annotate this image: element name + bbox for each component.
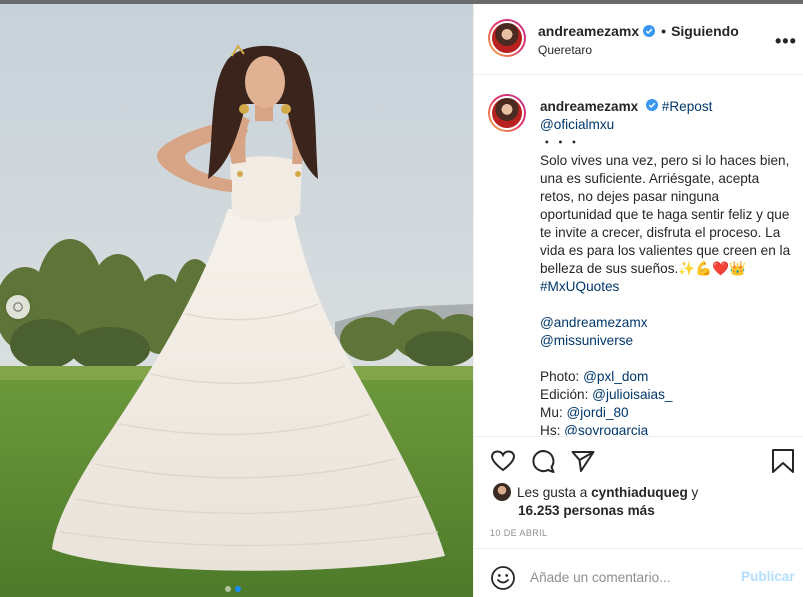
post-photo[interactable]	[0, 4, 473, 597]
caption-username[interactable]: andreamezamx	[540, 99, 638, 114]
author-username[interactable]: andreamezamx	[538, 23, 639, 39]
post-location[interactable]: Queretaro	[538, 43, 592, 57]
divider	[474, 436, 803, 437]
caption-emojis: ✨💪❤️👑	[678, 261, 747, 276]
credit-edit-link[interactable]: @julioisaias_	[592, 387, 672, 402]
caption-text: andreamezamx #Repost @oficialmxu ・・・ Sol…	[540, 98, 792, 435]
publish-button[interactable]: Publicar	[741, 569, 795, 584]
heart-icon	[490, 450, 516, 472]
credit-mu-label: Mu:	[540, 405, 563, 420]
credit-photo-link[interactable]: @pxl_dom	[583, 369, 648, 384]
credit-mu-link[interactable]: @jordi_80	[566, 405, 628, 420]
verified-badge-icon	[646, 99, 659, 111]
likes-count[interactable]: 16.253 personas más	[518, 503, 655, 518]
follow-separator: •	[661, 23, 667, 39]
caption-area: andreamezamx #Repost @oficialmxu ・・・ Sol…	[474, 76, 803, 435]
caption-dots: ・・・	[540, 135, 581, 150]
credit-edit-label: Edición:	[540, 387, 589, 402]
credit-hs-label: Hs:	[540, 423, 561, 435]
carousel-dots	[225, 586, 241, 592]
post-header: andreamezamx • Siguiendo Queretaro •••	[474, 4, 803, 75]
emoji-button[interactable]	[490, 565, 516, 591]
mention-missuniverse-link[interactable]: @missuniverse	[540, 333, 633, 348]
liker-username[interactable]: cynthiaduqueg	[591, 485, 688, 500]
previous-slide-button[interactable]	[6, 295, 30, 319]
post-side-panel: andreamezamx • Siguiendo Queretaro ••• a…	[473, 4, 803, 597]
like-button[interactable]	[490, 448, 516, 474]
comment-icon	[532, 450, 555, 473]
likes-prefix: Les gusta a	[517, 485, 588, 500]
post-image	[0, 4, 473, 597]
divider	[474, 548, 803, 549]
liker-avatar[interactable]	[493, 483, 511, 501]
likes-conjunction: y	[691, 485, 699, 500]
post-actions	[490, 448, 596, 474]
likes-summary: Les gusta a cynthiaduqueg y 16.253 perso…	[493, 483, 783, 520]
author-row: andreamezamx • Siguiendo	[538, 23, 739, 39]
chevron-left-icon	[13, 302, 23, 312]
carousel-dot-active	[235, 586, 241, 592]
hashtag-repost-link[interactable]: #Repost	[662, 99, 713, 114]
share-button[interactable]	[570, 448, 596, 474]
caption-author-avatar[interactable]	[488, 94, 526, 132]
credit-hs-link[interactable]: @soyrogarcia	[564, 423, 648, 435]
smiley-icon	[491, 566, 515, 590]
credit-photo-label: Photo:	[540, 369, 580, 384]
caption-body: Solo vives una vez, pero si lo haces bie…	[540, 153, 791, 276]
post-date[interactable]: 10 DE ABRIL	[490, 528, 547, 538]
comment-button[interactable]	[530, 448, 556, 474]
bookmark-icon	[772, 449, 794, 473]
more-options-icon[interactable]: •••	[775, 31, 797, 52]
paper-plane-icon	[571, 451, 595, 472]
following-button[interactable]: Siguiendo	[671, 23, 739, 39]
author-avatar[interactable]	[488, 19, 526, 57]
mention-andreamezamx-link[interactable]: @andreamezamx	[540, 315, 648, 330]
carousel-dot	[225, 586, 231, 592]
verified-badge-icon	[643, 25, 656, 37]
hashtag-mxuquotes-link[interactable]: #MxUQuotes	[540, 279, 619, 294]
mention-source-link[interactable]: @oficialmxu	[540, 117, 614, 132]
comment-input[interactable]	[530, 566, 730, 588]
save-button[interactable]	[771, 448, 795, 474]
